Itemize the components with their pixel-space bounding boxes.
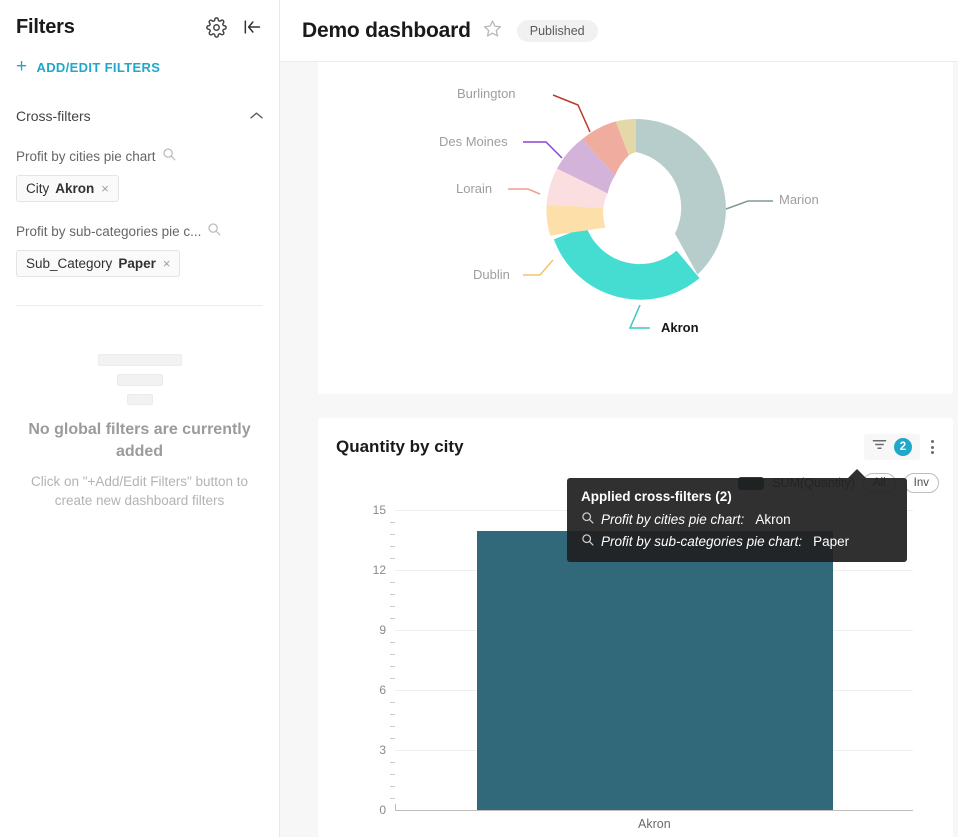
- chip-value: Akron: [55, 181, 95, 196]
- add-edit-filters-button[interactable]: + ADD/EDIT FILTERS: [0, 44, 279, 77]
- cross-filter-chip[interactable]: City Akron ×: [16, 175, 119, 202]
- sidebar-header: Filters: [0, 0, 279, 44]
- no-global-filters-empty-state: No global filters are currently added Cl…: [0, 354, 279, 510]
- filters-sidebar: Filters + ADD/EDIT FILTERS Cross-filters: [0, 0, 280, 837]
- skeleton-bar: [116, 374, 163, 386]
- tooltip-filter-name: Profit by sub-categories pie chart:: [601, 533, 803, 549]
- empty-state-subtitle: Click on "+Add/Edit Filters" button to c…: [30, 474, 249, 508]
- y-axis-tick-label: 15: [372, 503, 386, 517]
- search-icon: [581, 511, 594, 527]
- plus-icon: +: [16, 56, 28, 77]
- tooltip-arrow: [848, 469, 866, 478]
- empty-state-title: No global filters are currently added: [28, 421, 251, 460]
- leader-line-lorain: [508, 188, 541, 195]
- pie-chart-svg[interactable]: [318, 62, 953, 394]
- bar-akron[interactable]: [477, 531, 833, 810]
- tooltip-row: Profit by sub-categories pie chart: Pape…: [581, 533, 893, 549]
- pie-label-dublin: Dublin: [473, 267, 510, 282]
- close-icon[interactable]: ×: [163, 256, 171, 271]
- tooltip-title: Applied cross-filters (2): [581, 489, 732, 504]
- chip-key: Sub_Category: [26, 256, 113, 271]
- sidebar-header-actions: [206, 16, 263, 38]
- leader-line-akron: [628, 304, 650, 329]
- pie-slice-marion: [636, 119, 726, 275]
- add-edit-filters-label: ADD/EDIT FILTERS: [36, 60, 161, 75]
- tooltip-filter-value: Paper: [813, 533, 850, 549]
- pie-slice-dublin: [546, 204, 606, 236]
- y-axis-tick-label: 6: [379, 683, 386, 697]
- y-axis-tick-label: 9: [379, 623, 386, 637]
- cross-filter-chart-name: Profit by cities pie chart: [16, 149, 156, 164]
- collapse-left-icon[interactable]: [241, 17, 263, 37]
- search-icon[interactable]: [162, 147, 176, 166]
- x-axis-tick-label: Akron: [638, 817, 671, 831]
- cross-filter-group-0: Profit by cities pie chart City Akron ×: [0, 147, 279, 202]
- close-icon[interactable]: ×: [101, 181, 109, 196]
- chart-card-profit-by-cities: Marion Akron Dublin Lorain Des Moines Bu…: [318, 62, 953, 394]
- leader-line-burlington: [552, 94, 591, 133]
- gear-icon[interactable]: [206, 16, 227, 38]
- cross-filter-chart-name: Profit by sub-categories pie c...: [16, 224, 202, 239]
- leader-line-dublin: [523, 259, 554, 276]
- y-axis-line: [395, 804, 396, 811]
- pie-label-lorain: Lorain: [456, 181, 493, 196]
- cross-filter-chart-label-row-1: Profit by sub-categories pie c...: [16, 222, 263, 241]
- chevron-up-icon: [250, 110, 263, 122]
- search-icon: [581, 533, 594, 549]
- cross-filters-label: Cross-filters: [16, 108, 91, 124]
- leader-line-marion: [725, 200, 773, 210]
- dashboard-main: Demo dashboard Published Marion Akron Du…: [280, 0, 958, 837]
- applied-cross-filters-tooltip: Applied cross-filters (2) Profit by citi…: [567, 469, 907, 562]
- chip-key: City: [26, 181, 50, 196]
- skeleton-bar: [126, 394, 153, 405]
- cross-filter-chip[interactable]: Sub_Category Paper ×: [16, 250, 181, 277]
- skeleton-bar: [97, 354, 182, 366]
- pie-label-marion: Marion: [779, 192, 819, 207]
- chip-value: Paper: [118, 256, 156, 271]
- tooltip-filter-value: Akron: [755, 511, 791, 527]
- dashboard-title: Demo dashboard: [302, 18, 471, 42]
- dashboard-header: Demo dashboard Published: [280, 0, 958, 62]
- pie-label-des-moines: Des Moines: [439, 134, 508, 149]
- status-badge: Published: [516, 19, 598, 42]
- tooltip-row: Profit by cities pie chart: Akron: [581, 511, 893, 527]
- star-icon[interactable]: [483, 19, 502, 43]
- search-icon[interactable]: [207, 222, 221, 241]
- cross-filter-group-1: Profit by sub-categories pie c... Sub_Ca…: [0, 222, 279, 277]
- x-axis-line: [395, 810, 913, 811]
- y-axis-tick-label: 12: [372, 563, 386, 577]
- tooltip-filter-name: Profit by cities pie chart:: [601, 511, 745, 527]
- cross-filter-chart-label-row-0: Profit by cities pie chart: [16, 147, 263, 166]
- leader-line-des-moines: [523, 141, 563, 159]
- y-axis-tick-label: 3: [379, 743, 386, 757]
- y-axis-tick-label: 0: [379, 803, 386, 817]
- pie-label-akron: Akron: [661, 320, 699, 335]
- cross-filters-section-header[interactable]: Cross-filters: [0, 105, 279, 127]
- page-title: Filters: [16, 15, 75, 38]
- sidebar-divider: [16, 305, 263, 306]
- pie-label-burlington: Burlington: [457, 86, 516, 101]
